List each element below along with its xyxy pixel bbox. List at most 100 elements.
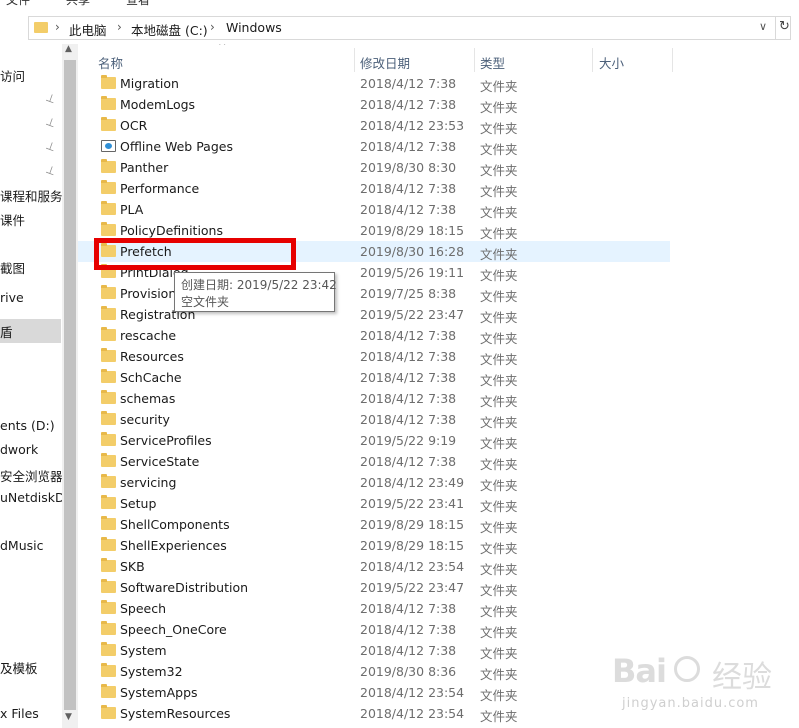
ribbon-tab-file[interactable]: 文件 <box>6 0 30 8</box>
file-name[interactable]: Setup <box>120 496 156 511</box>
scroll-down-icon[interactable]: ▼ <box>65 712 72 722</box>
column-header-name[interactable]: 名称 <box>98 53 123 72</box>
file-name[interactable]: Speech_OneCore <box>120 622 227 637</box>
file-row[interactable]: Resources 2018/4/12 7:38 文件夹 <box>78 346 670 367</box>
file-name[interactable]: System32 <box>120 664 183 679</box>
file-name[interactable]: Offline Web Pages <box>120 139 233 154</box>
file-name[interactable]: ModemLogs <box>120 97 195 112</box>
nav-item[interactable]: dMusic <box>0 538 44 553</box>
breadcrumb-windows[interactable]: Windows <box>226 20 282 35</box>
file-name[interactable]: Resources <box>120 349 184 364</box>
file-row[interactable]: Migration 2018/4/12 7:38 文件夹 <box>78 73 670 94</box>
file-name[interactable]: schemas <box>120 391 175 406</box>
file-name[interactable]: Performance <box>120 181 199 196</box>
column-divider[interactable] <box>592 48 593 72</box>
file-type: 文件夹 <box>480 520 518 535</box>
file-name[interactable]: System <box>120 643 167 658</box>
file-name[interactable]: SoftwareDistribution <box>120 580 248 595</box>
file-row[interactable]: ShellComponents 2019/8/29 18:15 文件夹 <box>78 514 670 535</box>
file-name[interactable]: servicing <box>120 475 176 490</box>
column-divider[interactable] <box>354 48 355 72</box>
ribbon-tab-share[interactable]: 共享 <box>66 0 90 8</box>
pin-icon[interactable]: ⊥ <box>44 139 57 154</box>
ribbon-tab-view[interactable]: 查看 <box>126 0 150 8</box>
nav-item[interactable]: x Files <box>0 706 39 721</box>
pin-icon[interactable]: ⊥ <box>44 91 57 106</box>
nav-item[interactable]: dwork <box>0 442 38 457</box>
file-row[interactable]: Provisioning 2019/7/25 8:38 文件夹 <box>78 283 670 304</box>
file-name[interactable]: ServiceState <box>120 454 199 469</box>
nav-item[interactable]: 截图 <box>0 258 25 277</box>
file-row[interactable]: SystemApps 2018/4/12 23:54 文件夹 <box>78 682 670 703</box>
pin-icon[interactable]: ⊥ <box>44 163 57 178</box>
file-row[interactable]: OCR 2018/4/12 23:53 文件夹 <box>78 115 670 136</box>
file-row[interactable]: Speech 2018/4/12 7:38 文件夹 <box>78 598 670 619</box>
file-name[interactable]: SKB <box>120 559 145 574</box>
file-name[interactable]: PolicyDefinitions <box>120 223 223 238</box>
file-row[interactable]: Setup 2019/5/22 23:41 文件夹 <box>78 493 670 514</box>
column-header-size[interactable]: 大小 <box>599 53 624 72</box>
file-row[interactable]: rescache 2018/4/12 7:38 文件夹 <box>78 325 670 346</box>
file-name[interactable]: SchCache <box>120 370 182 385</box>
nav-item[interactable]: rive <box>0 290 24 305</box>
nav-item[interactable]: 访问 <box>0 66 25 85</box>
scrollbar-thumb[interactable] <box>64 60 76 710</box>
chevron-down-icon[interactable]: ∨ <box>759 20 767 33</box>
file-row[interactable]: System32 2019/8/30 8:36 文件夹 <box>78 661 670 682</box>
nav-item[interactable]: 及模板 <box>0 658 38 677</box>
file-row[interactable]: SchCache 2018/4/12 7:38 文件夹 <box>78 367 670 388</box>
file-row[interactable]: schemas 2018/4/12 7:38 文件夹 <box>78 388 670 409</box>
breadcrumb-this-pc[interactable]: 此电脑 <box>69 20 107 39</box>
file-type: 文件夹 <box>480 226 518 241</box>
nav-item[interactable]: uNetdiskD <box>0 490 62 505</box>
file-name[interactable]: Panther <box>120 160 168 175</box>
file-row[interactable]: SKB 2018/4/12 23:54 文件夹 <box>78 556 670 577</box>
nav-item[interactable]: 盾 <box>0 322 13 341</box>
file-name[interactable]: ShellComponents <box>120 517 230 532</box>
file-row[interactable]: Speech_OneCore 2018/4/12 7:38 文件夹 <box>78 619 670 640</box>
file-row[interactable]: Offline Web Pages 2018/4/12 7:38 文件夹 <box>78 136 670 157</box>
file-row[interactable]: PLA 2018/4/12 7:38 文件夹 <box>78 199 670 220</box>
column-header-date[interactable]: 修改日期 <box>360 53 410 72</box>
file-name[interactable]: PLA <box>120 202 143 217</box>
pin-icon[interactable]: ⊥ <box>44 115 57 130</box>
nav-scrollbar[interactable]: ▲ ▼ <box>62 44 78 728</box>
file-row[interactable]: ShellExperiences 2019/8/29 18:15 文件夹 <box>78 535 670 556</box>
file-row[interactable]: security 2018/4/12 7:38 文件夹 <box>78 409 670 430</box>
file-row[interactable]: ServiceProfiles 2019/5/22 9:19 文件夹 <box>78 430 670 451</box>
breadcrumb-separator[interactable]: › <box>117 20 122 34</box>
nav-item[interactable]: ents (D:) <box>0 418 55 433</box>
file-name[interactable]: ShellExperiences <box>120 538 227 553</box>
column-divider[interactable] <box>672 48 673 72</box>
file-modified-date: 2018/4/12 7:38 <box>360 97 457 112</box>
file-name[interactable]: rescache <box>120 328 176 343</box>
file-row[interactable]: ModemLogs 2018/4/12 7:38 文件夹 <box>78 94 670 115</box>
file-row[interactable]: SoftwareDistribution 2019/5/22 23:47 文件夹 <box>78 577 670 598</box>
refresh-icon[interactable]: ↻ <box>779 19 790 34</box>
breadcrumb-local-disk[interactable]: 本地磁盘 (C:) <box>131 20 208 39</box>
file-name[interactable]: security <box>120 412 170 427</box>
breadcrumb-separator[interactable]: › <box>210 20 215 34</box>
file-row[interactable]: System 2018/4/12 7:38 文件夹 <box>78 640 670 661</box>
file-row[interactable]: Registration 2019/5/22 23:47 文件夹 <box>78 304 670 325</box>
file-name[interactable]: SystemApps <box>120 685 198 700</box>
nav-item[interactable]: 课件 <box>0 210 25 229</box>
file-name[interactable]: OCR <box>120 118 147 133</box>
file-modified-date: 2018/4/12 7:38 <box>360 412 457 427</box>
scroll-up-icon[interactable]: ▲ <box>65 44 72 54</box>
column-header-type[interactable]: 类型 <box>480 53 505 72</box>
nav-item[interactable]: 安全浏览器 <box>0 466 62 485</box>
file-row[interactable]: servicing 2018/4/12 23:49 文件夹 <box>78 472 670 493</box>
nav-item[interactable]: 课程和服务 <box>0 186 62 205</box>
column-divider[interactable] <box>474 48 475 72</box>
address-bar[interactable]: › 此电脑 › 本地磁盘 (C:) › Windows ∨ ↻ <box>28 16 791 40</box>
file-name[interactable]: SystemResources <box>120 706 230 721</box>
file-name[interactable]: ServiceProfiles <box>120 433 212 448</box>
file-name[interactable]: Migration <box>120 76 179 91</box>
file-row[interactable]: ServiceState 2018/4/12 7:38 文件夹 <box>78 451 670 472</box>
file-row[interactable]: Performance 2018/4/12 7:38 文件夹 <box>78 178 670 199</box>
file-row[interactable]: Panther 2019/8/30 8:30 文件夹 <box>78 157 670 178</box>
file-row[interactable]: SystemResources 2018/4/12 23:54 文件夹 <box>78 703 670 724</box>
breadcrumb-separator[interactable]: › <box>55 20 60 34</box>
file-name[interactable]: Speech <box>120 601 166 616</box>
